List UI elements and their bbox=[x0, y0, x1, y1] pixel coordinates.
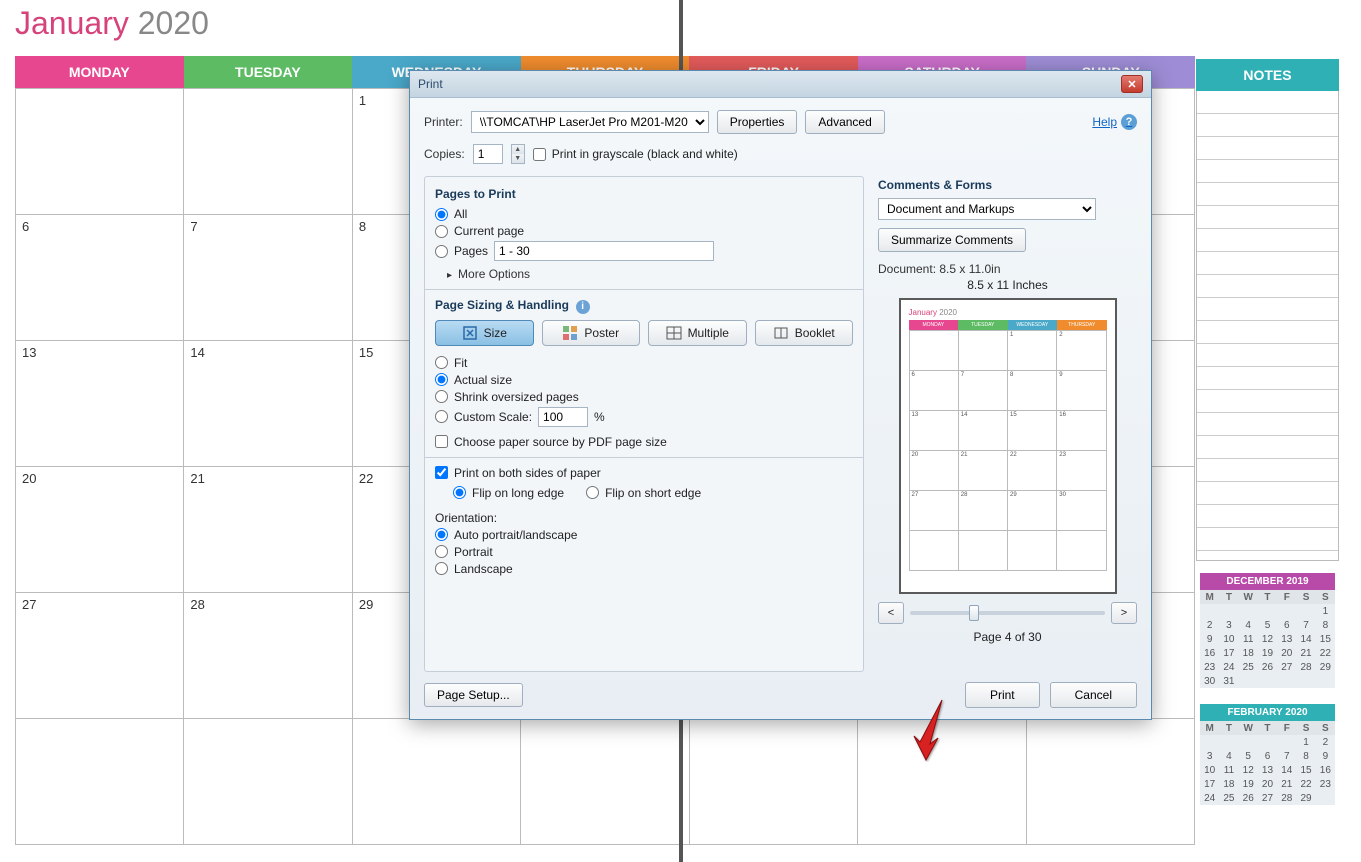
page-sizing-title: Page Sizing & Handling i bbox=[435, 298, 853, 314]
print-dialog: Print ✕ Printer: \\TOMCAT\HP LaserJet Pr… bbox=[409, 70, 1152, 720]
calendar-cell: 14 bbox=[184, 341, 352, 467]
notes-panel: NOTES bbox=[1196, 59, 1339, 561]
calendar-cell bbox=[16, 89, 184, 215]
pages-range-input[interactable] bbox=[494, 241, 714, 261]
pages-to-print-title: Pages to Print bbox=[435, 187, 853, 201]
mini-cal-dec-table: MTWTFSS123456789101112131415161718192021… bbox=[1200, 590, 1335, 688]
size-icon bbox=[462, 325, 478, 341]
radio-custom-scale[interactable]: Custom Scale: % bbox=[435, 407, 853, 427]
radio-pages[interactable]: Pages bbox=[435, 241, 853, 261]
radio-shrink[interactable]: Shrink oversized pages bbox=[435, 390, 853, 404]
close-button[interactable]: ✕ bbox=[1121, 75, 1143, 93]
mini-cal-feb-table: MTWTFSS123456789101112131415161718192021… bbox=[1200, 721, 1335, 805]
calendar-month: January bbox=[15, 5, 129, 41]
custom-scale-input[interactable] bbox=[538, 407, 588, 427]
more-options-toggle[interactable]: More Options bbox=[447, 267, 853, 281]
calendar-cell bbox=[184, 719, 352, 845]
printer-select[interactable]: \\TOMCAT\HP LaserJet Pro M201-M202 P( bbox=[471, 111, 709, 133]
cancel-button[interactable]: Cancel bbox=[1050, 682, 1137, 708]
copies-input[interactable] bbox=[473, 144, 503, 164]
calendar-cell bbox=[16, 719, 184, 845]
radio-landscape[interactable]: Landscape bbox=[435, 562, 853, 576]
help-icon: ? bbox=[1121, 114, 1137, 130]
tab-booklet[interactable]: Booklet bbox=[755, 320, 854, 346]
comments-select[interactable]: Document and Markups bbox=[878, 198, 1096, 220]
booklet-icon bbox=[773, 325, 789, 341]
preview-slider[interactable] bbox=[910, 611, 1105, 615]
advanced-button[interactable]: Advanced bbox=[805, 110, 884, 134]
grayscale-checkbox[interactable]: Print in grayscale (black and white) bbox=[533, 147, 738, 161]
dialog-titlebar[interactable]: Print ✕ bbox=[410, 71, 1151, 98]
calendar-cell bbox=[690, 719, 858, 845]
radio-portrait[interactable]: Portrait bbox=[435, 545, 853, 559]
calendar-cell: 7 bbox=[184, 215, 352, 341]
calendar-year: 2020 bbox=[138, 5, 209, 41]
calendar-cell bbox=[521, 719, 689, 845]
mini-calendar-december: DECEMBER 2019 MTWTFSS1234567891011121314… bbox=[1200, 573, 1335, 688]
comments-forms-title: Comments & Forms bbox=[878, 178, 1137, 192]
help-label: Help bbox=[1092, 115, 1117, 129]
calendar-cell bbox=[184, 89, 352, 215]
spinner-down-icon[interactable]: ▼ bbox=[512, 154, 524, 163]
close-icon: ✕ bbox=[1127, 78, 1136, 91]
tab-size[interactable]: Size bbox=[435, 320, 534, 346]
poster-icon bbox=[562, 325, 578, 341]
both-sides-checkbox[interactable]: Print on both sides of paper bbox=[435, 466, 853, 480]
preview-panel: Comments & Forms Document and Markups Su… bbox=[878, 176, 1137, 672]
notes-header: NOTES bbox=[1196, 59, 1339, 91]
calendar-cell bbox=[1027, 719, 1195, 845]
spinner-up-icon[interactable]: ▲ bbox=[512, 145, 524, 154]
calendar-cell: 6 bbox=[16, 215, 184, 341]
orientation-label: Orientation: bbox=[435, 511, 853, 525]
copies-label: Copies: bbox=[424, 147, 465, 161]
radio-flip-long[interactable]: Flip on long edge bbox=[453, 486, 564, 500]
printer-label: Printer: bbox=[424, 115, 463, 129]
print-options-panel: Pages to Print All Current page Pages Mo… bbox=[424, 176, 864, 672]
radio-fit[interactable]: Fit bbox=[435, 356, 853, 370]
info-icon[interactable]: i bbox=[576, 300, 590, 314]
copies-spinner[interactable]: ▲▼ bbox=[511, 144, 525, 164]
calendar-cell: 20 bbox=[16, 467, 184, 593]
calendar-cell: 28 bbox=[184, 593, 352, 719]
slider-thumb[interactable] bbox=[969, 605, 979, 621]
radio-flip-short[interactable]: Flip on short edge bbox=[586, 486, 701, 500]
notes-lines bbox=[1196, 91, 1339, 561]
page-counter: Page 4 of 30 bbox=[878, 630, 1137, 644]
calendar-title: January 2020 bbox=[15, 5, 1195, 42]
radio-auto-orient[interactable]: Auto portrait/landscape bbox=[435, 528, 853, 542]
day-header-tue: TUESDAY bbox=[184, 56, 353, 88]
mini-cal-feb-title: FEBRUARY 2020 bbox=[1200, 704, 1335, 721]
calendar-cell bbox=[353, 719, 521, 845]
print-button[interactable]: Print bbox=[965, 682, 1040, 708]
preview-next-button[interactable]: > bbox=[1111, 602, 1137, 624]
tab-poster[interactable]: Poster bbox=[542, 320, 641, 346]
summarize-comments-button[interactable]: Summarize Comments bbox=[878, 228, 1026, 252]
calendar-cell: 21 bbox=[184, 467, 352, 593]
page-setup-button[interactable]: Page Setup... bbox=[424, 683, 523, 707]
mini-cal-dec-title: DECEMBER 2019 bbox=[1200, 573, 1335, 590]
radio-all[interactable]: All bbox=[435, 207, 853, 221]
preview-prev-button[interactable]: < bbox=[878, 602, 904, 624]
grayscale-label: Print in grayscale (black and white) bbox=[552, 147, 738, 161]
print-preview: January 2020 MONDAY TUESDAY WEDNESDAY TH… bbox=[899, 298, 1117, 594]
paper-source-checkbox[interactable]: Choose paper source by PDF page size bbox=[435, 435, 853, 449]
dialog-title: Print bbox=[418, 77, 443, 91]
properties-button[interactable]: Properties bbox=[717, 110, 798, 134]
tab-multiple[interactable]: Multiple bbox=[648, 320, 747, 346]
radio-actual-size[interactable]: Actual size bbox=[435, 373, 853, 387]
help-link[interactable]: Help ? bbox=[1092, 114, 1137, 130]
document-size: Document: 8.5 x 11.0in bbox=[878, 262, 1137, 276]
preview-size-label: 8.5 x 11 Inches bbox=[878, 278, 1137, 292]
day-header-mon: MONDAY bbox=[15, 56, 184, 88]
radio-current-page[interactable]: Current page bbox=[435, 224, 853, 238]
mini-calendar-february: FEBRUARY 2020 MTWTFSS1234567891011121314… bbox=[1200, 704, 1335, 805]
multiple-icon bbox=[666, 325, 682, 341]
calendar-cell: 27 bbox=[16, 593, 184, 719]
calendar-cell bbox=[858, 719, 1026, 845]
calendar-cell: 13 bbox=[16, 341, 184, 467]
